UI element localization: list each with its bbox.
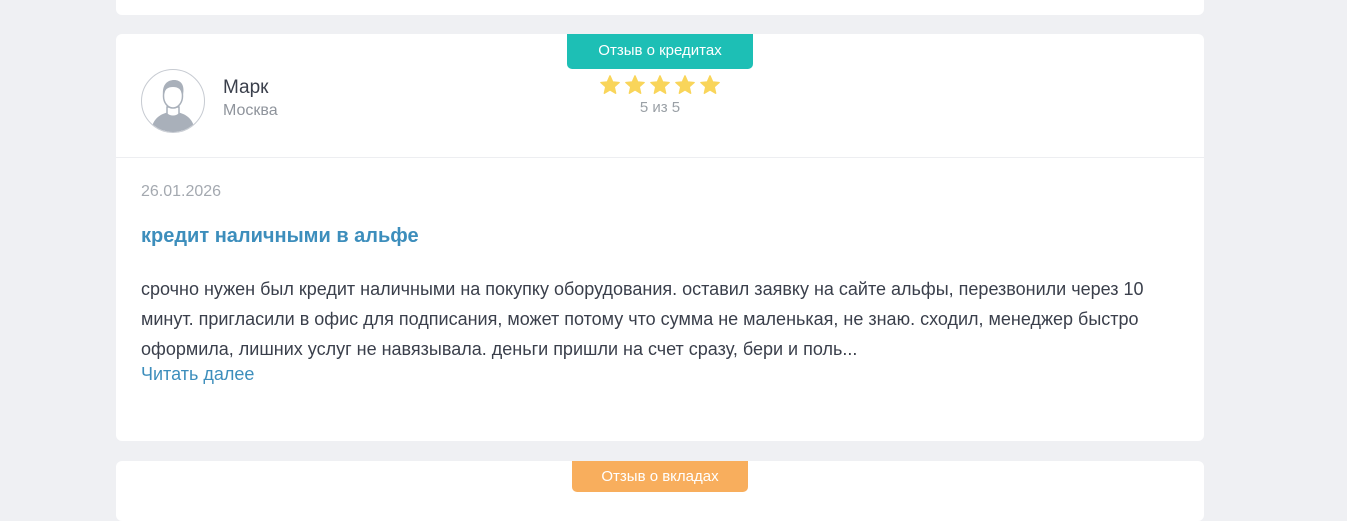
review-author: Марк Москва: [141, 69, 441, 133]
previous-review-card: [116, 0, 1204, 15]
review-category-tag: Отзыв о вкладах: [572, 461, 748, 492]
star-icon: [600, 75, 620, 94]
next-review-card: Отзыв о вкладах: [116, 461, 1204, 521]
user-avatar-icon: [151, 80, 195, 132]
star-icon: [675, 75, 695, 94]
divider: [116, 157, 1204, 158]
review-rating: 5 из 5: [586, 74, 734, 116]
review-card: Отзыв о кредитах Марк Москва 5 из 5 26.0…: [116, 34, 1204, 441]
review-title[interactable]: кредит наличными в альфе: [141, 225, 419, 248]
read-more-link[interactable]: Читать далее: [141, 364, 254, 385]
author-name: Марк: [223, 77, 269, 98]
review-category-tag: Отзыв о кредитах: [567, 34, 753, 69]
rating-stars: [586, 74, 734, 96]
rating-label: 5 из 5: [639, 99, 681, 116]
star-icon: [625, 75, 645, 94]
avatar: [141, 69, 205, 133]
star-icon: [700, 75, 720, 94]
author-city: Москва: [223, 102, 278, 119]
star-icon: [650, 75, 670, 94]
review-text: срочно нужен был кредит наличными на пок…: [141, 279, 1144, 359]
review-date: 26.01.2026: [141, 183, 222, 200]
